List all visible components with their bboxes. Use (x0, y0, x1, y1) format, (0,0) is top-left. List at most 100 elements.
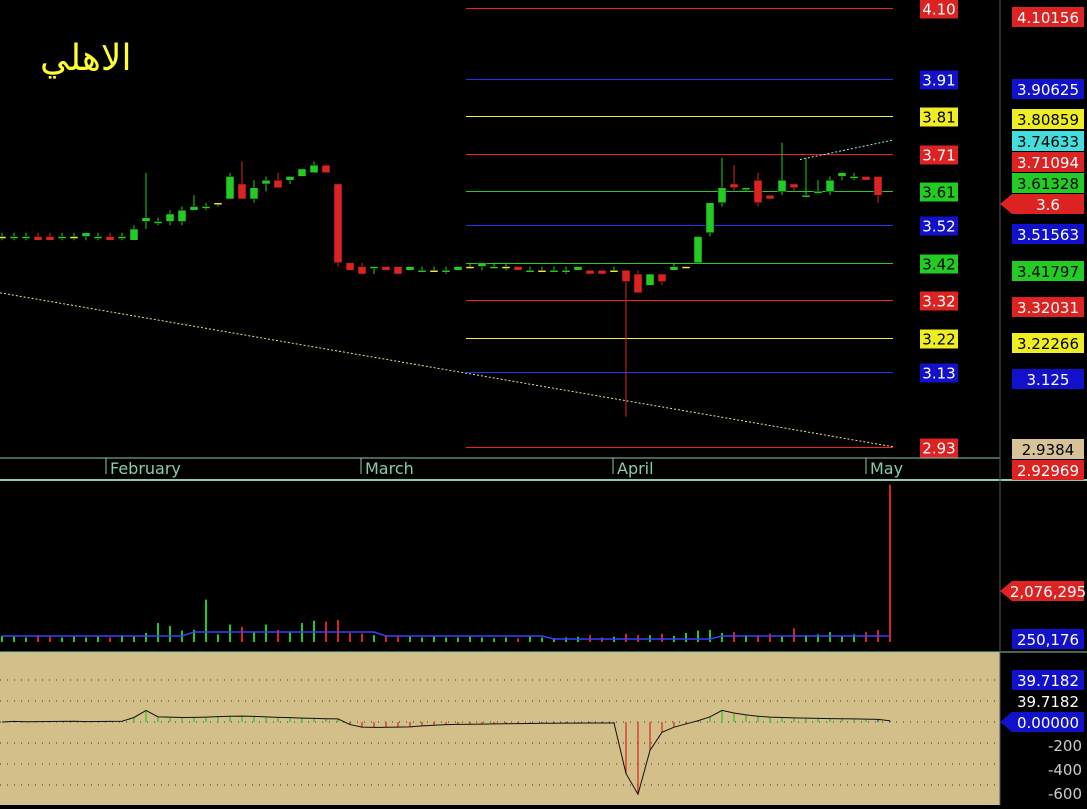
candle-body (297, 168, 307, 177)
price-scale-7: 3.51563 (1017, 226, 1079, 244)
x-label-february: February (110, 459, 181, 478)
candle-body (225, 176, 235, 200)
candle-body (777, 179, 787, 192)
price-scale-5: 3.61328 (1017, 175, 1079, 193)
price-scale-3: 3.74633 (1017, 133, 1079, 151)
candle-body (645, 273, 655, 286)
candle-body (741, 187, 751, 190)
osc-tick-2: 0.00000 (1017, 714, 1079, 732)
level-label-3: 3.71 (922, 147, 955, 165)
candle-body (441, 270, 451, 273)
level-label-10: 2.93 (922, 440, 955, 458)
candle-body (117, 236, 127, 239)
candle-body (201, 206, 211, 209)
price-scale-0: 4.10156 (1017, 9, 1079, 27)
price-scale-12: 2.9384 (1022, 441, 1075, 459)
candle-body (237, 183, 247, 200)
candle-body (813, 191, 823, 194)
candle-body (753, 179, 763, 203)
candle-body (453, 266, 463, 271)
candle-body (381, 266, 391, 271)
candle-body (837, 172, 847, 177)
price-scale-1: 3.90625 (1017, 81, 1079, 99)
level-label-6: 3.42 (922, 256, 955, 274)
candle-body (273, 179, 283, 188)
x-label-may: May (870, 459, 903, 478)
candle-body (285, 176, 295, 181)
candle-body (393, 266, 403, 275)
candle-body (429, 270, 439, 273)
price-scale-10: 3.22266 (1017, 335, 1079, 353)
candle-body (585, 270, 595, 275)
candle-body (789, 183, 799, 188)
x-label-march: March (365, 459, 414, 478)
price-scale-4: 3.71094 (1017, 154, 1079, 172)
candle-body (33, 236, 43, 241)
candle-body (513, 266, 523, 271)
candle-body (489, 266, 499, 269)
candle-body (417, 270, 427, 273)
level-label-5: 3.52 (922, 218, 955, 236)
candle-body (369, 266, 379, 269)
candle-body (633, 273, 643, 294)
osc-tick-0: 39.7182 (1017, 672, 1079, 690)
price-scale-11: 3.125 (1027, 371, 1070, 389)
price-scale-9: 3.32031 (1017, 299, 1079, 317)
candle-body (213, 202, 223, 205)
candle-body (825, 179, 835, 192)
level-label-7: 3.32 (922, 293, 955, 311)
osc-tick-5: -600 (1048, 785, 1082, 803)
candle-body (249, 187, 259, 200)
candle-body (465, 266, 475, 269)
candle-body (189, 206, 199, 211)
level-label-0: 4.10 (922, 1, 955, 19)
candle-body (105, 236, 115, 241)
candle-body (93, 236, 103, 239)
candle-body (333, 183, 343, 264)
candle-body (861, 176, 871, 181)
candle-body (573, 266, 583, 271)
candle-body (597, 270, 607, 275)
osc-tick-4: -400 (1048, 761, 1082, 779)
candle-body (357, 266, 367, 275)
candle-body (21, 236, 31, 239)
candle-body (693, 236, 703, 264)
candle-body (261, 179, 271, 185)
chart-canvas: 4.10 3.91 3.81 3.71 3.61 3.52 3.42 3.32 3.22 3.13… (0, 0, 1087, 805)
candle-body (9, 236, 19, 239)
candle-body (801, 194, 811, 198)
osc-tick-1: 39.7182 (1017, 693, 1079, 711)
candle-body (717, 187, 727, 203)
level-label-9: 3.13 (922, 365, 955, 383)
candle-body (549, 270, 559, 273)
candle-body (153, 221, 163, 224)
candle-body (177, 209, 187, 222)
candle-body (849, 176, 859, 179)
price-scale-6: 3.6 (1036, 196, 1060, 214)
oscillator-panel-bg (0, 652, 1000, 805)
candle-body (765, 194, 775, 200)
candle-body (345, 262, 355, 271)
osc-tick-3: -200 (1048, 737, 1082, 755)
x-label-april: April (617, 459, 654, 478)
price-scale-2: 3.80859 (1017, 111, 1079, 129)
volume-scale-ma: 250,176 (1017, 631, 1079, 649)
stock-title: الاهلي (40, 38, 132, 79)
candle-body (561, 270, 571, 273)
candle-body (621, 270, 631, 282)
level-label-8: 3.22 (922, 331, 955, 349)
level-label-4: 3.61 (922, 184, 955, 202)
candle-body (669, 266, 679, 271)
candle-body (309, 164, 319, 173)
candle-body (405, 266, 415, 271)
candle-body (729, 183, 739, 188)
candle-body (537, 270, 547, 273)
level-label-2: 3.81 (922, 109, 955, 127)
candle-body (141, 217, 151, 222)
price-scale-13: 2.92969 (1017, 462, 1079, 480)
candle-body (45, 236, 55, 241)
candle-body (129, 228, 139, 241)
chart-stage: 4.10 3.91 3.81 3.71 3.61 3.52 3.42 3.32 3.22 3.13… (0, 0, 1087, 805)
candle-body (525, 270, 535, 273)
candle-body (69, 236, 79, 239)
